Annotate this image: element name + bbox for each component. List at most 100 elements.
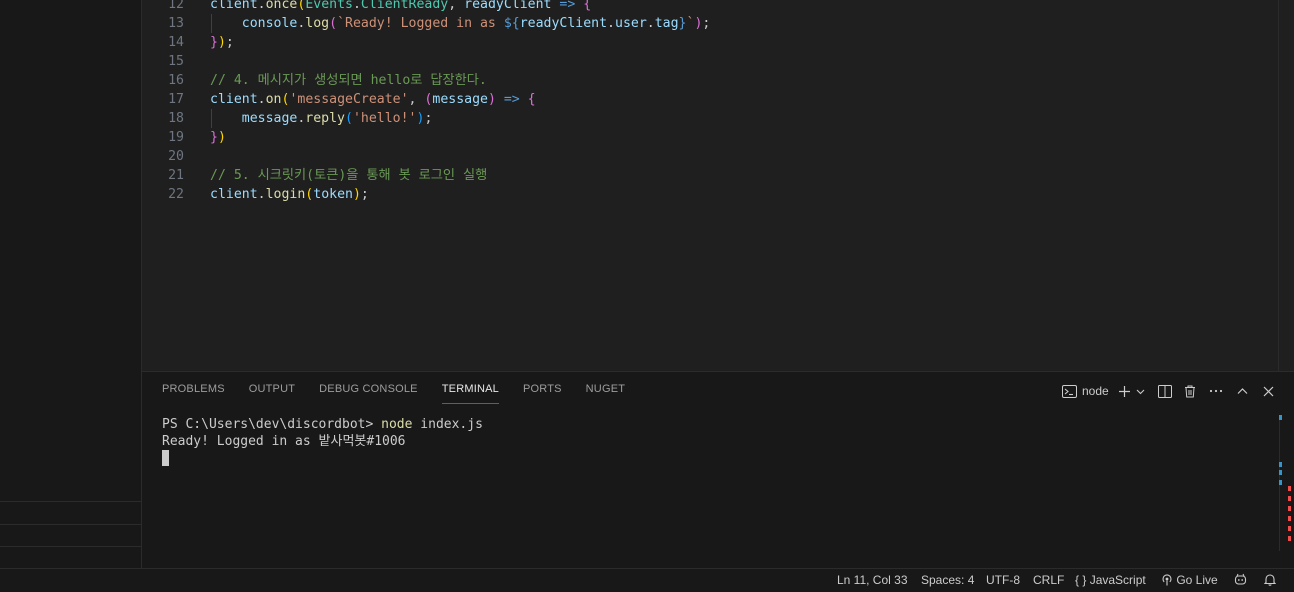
- go-live-button[interactable]: Go Live: [1161, 573, 1218, 587]
- code-token: ;: [360, 187, 369, 202]
- code-text: // 5. 시크릿키(토큰)을 통해 봇 로그인 실행: [210, 166, 487, 185]
- code-line[interactable]: 13 console. log(`Ready! Logged in as ${re…: [142, 14, 1272, 33]
- code-token: {: [583, 0, 592, 12]
- scroll-marker: [1288, 496, 1291, 501]
- code-line[interactable]: 22 client.login(token);: [142, 185, 1272, 204]
- line-number: 19: [168, 130, 184, 145]
- code-text: message.reply('hello!');: [210, 109, 433, 128]
- terminal-name: node: [1082, 384, 1109, 398]
- sidebar-divider: [0, 501, 141, 502]
- code-text: });: [210, 33, 234, 52]
- code-token: client: [210, 92, 258, 107]
- indent-guide: [211, 14, 212, 33]
- code-line[interactable]: 15: [142, 52, 1272, 71]
- line-ending[interactable]: CRLF: [1033, 573, 1064, 587]
- code-token: =>: [495, 92, 528, 107]
- tab-ports[interactable]: PORTS: [523, 383, 562, 403]
- tab-problems[interactable]: PROBLEMS: [162, 383, 225, 403]
- code-token: ): [352, 187, 361, 202]
- code-token: =>: [551, 0, 584, 12]
- line-number: 22: [168, 187, 184, 202]
- code-token: .: [607, 16, 615, 31]
- code-editor[interactable]: 12 client.once(Events.ClientReady, readyC…: [142, 0, 1294, 371]
- code-text: console. log(`Ready! Logged in as ${ready…: [210, 14, 711, 33]
- code-token: .: [257, 187, 266, 202]
- panel-tabs: PROBLEMS OUTPUT DEBUG CONSOLE TERMINAL PORTS…: [162, 383, 649, 404]
- code-token: client: [210, 187, 258, 202]
- bottom-panel: PROBLEMS OUTPUT DEBUG CONSOLE TERMINAL PORTS…: [142, 371, 1294, 569]
- scroll-marker: [1279, 415, 1282, 420]
- code-line[interactable]: 19}): [142, 128, 1272, 147]
- close-panel-button[interactable]: [1263, 381, 1274, 401]
- code-token: // 4. 메시지가 생성되면 hello로 답장한다.: [210, 73, 487, 88]
- code-token: // 5. 시크릿키(토큰)을 통해 봇 로그인 실행: [210, 168, 488, 183]
- terminal-dropdown-button[interactable]: [1136, 381, 1145, 401]
- new-terminal-button[interactable]: [1118, 381, 1131, 401]
- copilot-button[interactable]: [1234, 573, 1247, 589]
- scroll-marker: [1279, 462, 1282, 467]
- code-line[interactable]: 18 message.reply('hello!');: [142, 109, 1272, 128]
- indentation[interactable]: Spaces: 4: [921, 573, 974, 587]
- code-line[interactable]: 14});: [142, 33, 1272, 52]
- code-token: (: [329, 16, 338, 31]
- braces-icon: { }: [1075, 573, 1087, 587]
- code-token: `Ready! Logged in as: [337, 16, 504, 31]
- code-token: }: [210, 130, 218, 145]
- tab-output[interactable]: OUTPUT: [249, 383, 295, 403]
- code-token: 'messageCreate': [289, 92, 409, 107]
- sidebar: [0, 0, 142, 568]
- go-live-label: Go Live: [1176, 573, 1218, 587]
- code-token: ;: [702, 16, 711, 31]
- line-number: 14: [168, 35, 184, 50]
- broadcast-icon: [1162, 574, 1172, 586]
- code-line[interactable]: 20: [142, 147, 1272, 166]
- code-token: .: [646, 16, 655, 31]
- code-token: Events: [305, 0, 353, 12]
- maximize-panel-button[interactable]: [1237, 381, 1248, 401]
- code-token: user: [615, 16, 647, 31]
- terminal-output-line: Ready! Logged in as 밭사먹봇#1006: [162, 434, 406, 449]
- scroll-marker: [1279, 470, 1282, 475]
- tab-terminal[interactable]: TERMINAL: [441, 383, 500, 404]
- close-icon: [1263, 386, 1274, 396]
- notifications-button[interactable]: [1263, 573, 1277, 589]
- kill-terminal-button[interactable]: [1184, 381, 1196, 401]
- terminal-output[interactable]: PS C:\Users\dev\discordbot> node index.j…: [162, 416, 483, 450]
- scroll-marker: [1288, 516, 1291, 521]
- more-actions-icon: [1209, 389, 1223, 393]
- line-number: 21: [168, 168, 184, 183]
- terminal-selector[interactable]: node: [1062, 381, 1109, 401]
- code-token: }: [678, 16, 687, 31]
- code-line[interactable]: 21 // 5. 시크릿키(토큰)을 통해 봇 로그인 실행: [142, 166, 1272, 185]
- editor-scrollbar[interactable]: [1278, 0, 1279, 371]
- language-mode[interactable]: { } JavaScript: [1075, 573, 1146, 587]
- code-line[interactable]: 12 client.once(Events.ClientReady, readyC…: [142, 0, 1272, 14]
- bell-icon: [1263, 574, 1277, 586]
- code-token: login: [265, 187, 306, 202]
- code-token: .: [352, 0, 361, 12]
- code-line[interactable]: 16 // 4. 메시지가 생성되면 hello로 답장한다.: [142, 71, 1272, 90]
- cursor-position[interactable]: Ln 11, Col 33: [837, 573, 908, 587]
- trash-icon: [1185, 385, 1195, 397]
- terminal-prompt: PS C:\Users\dev\discordbot>: [162, 417, 382, 432]
- terminal-command: node: [381, 417, 413, 432]
- split-terminal-button[interactable]: [1158, 381, 1172, 401]
- code-line[interactable]: 17 client.on('messageCreate', (message) =…: [142, 90, 1272, 109]
- code-token: readyClient: [464, 0, 552, 12]
- terminal-args: index.js: [412, 417, 483, 432]
- status-bar: Ln 11, Col 33 Spaces: 4 UTF-8 CRLF { } J…: [0, 568, 1294, 592]
- code-token: .: [257, 92, 266, 107]
- scroll-marker: [1288, 486, 1291, 491]
- line-number: 15: [168, 54, 184, 69]
- code-text: }): [210, 128, 226, 147]
- terminal-icon: [1062, 384, 1077, 398]
- code-token: ClientReady: [360, 0, 449, 12]
- file-encoding[interactable]: UTF-8: [986, 573, 1020, 587]
- indent-guide: [211, 109, 212, 128]
- tab-debug-console[interactable]: DEBUG CONSOLE: [319, 383, 418, 403]
- tab-nuget[interactable]: NUGET: [586, 383, 626, 403]
- code-text: client.on('messageCreate', (message) => …: [210, 90, 536, 109]
- more-actions-button[interactable]: [1209, 381, 1223, 401]
- code-token: 'hello!': [352, 111, 417, 126]
- code-token: readyClient: [519, 16, 608, 31]
